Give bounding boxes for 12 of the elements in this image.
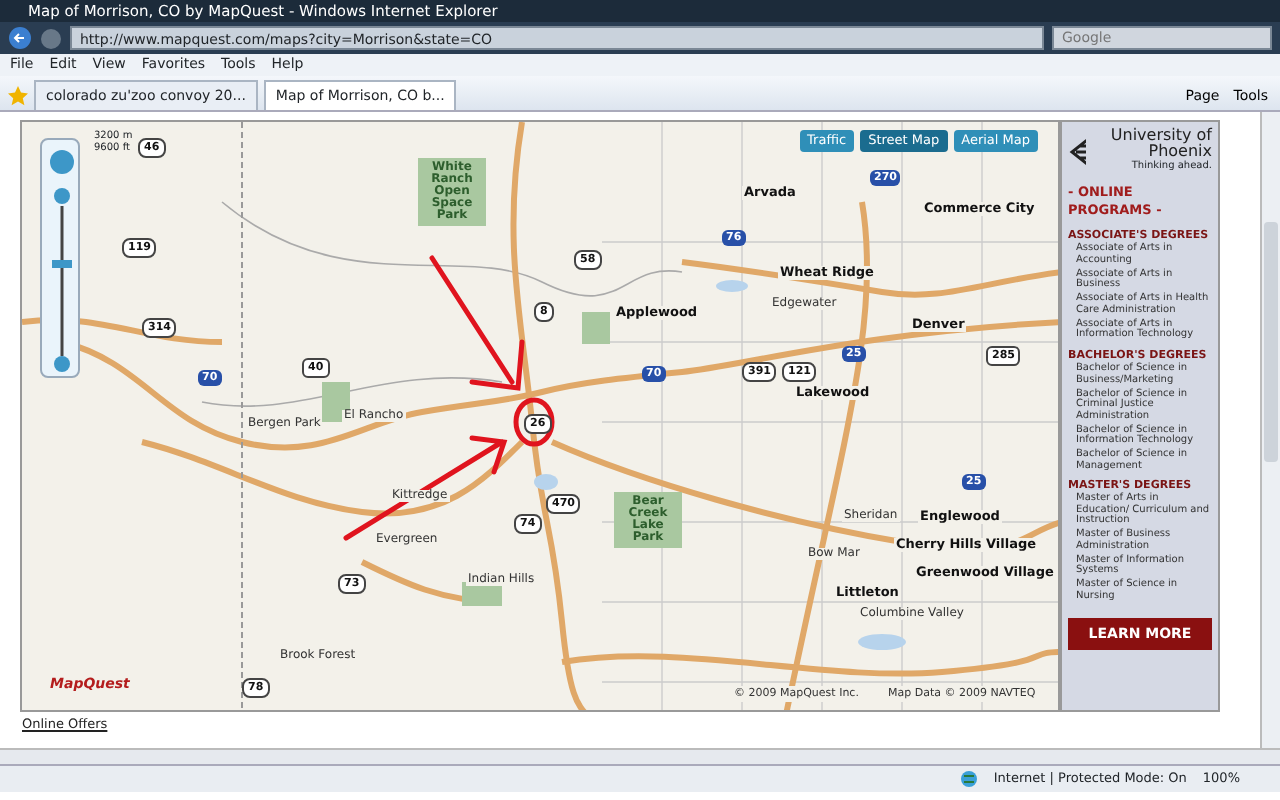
- star-icon[interactable]: [8, 86, 28, 106]
- annotation-circle: [512, 396, 556, 448]
- annotation-arrow: [428, 254, 528, 394]
- forward-icon[interactable]: [40, 27, 62, 49]
- ad-panel[interactable]: [1060, 120, 1220, 712]
- brand-name: University of Phoenix: [1108, 128, 1212, 160]
- zoom-control[interactable]: [40, 138, 80, 378]
- globe-icon: [959, 770, 978, 788]
- phoenix-logo-icon: [1068, 133, 1086, 170]
- vertical-scrollbar[interactable]: [1260, 112, 1280, 748]
- horizontal-scrollbar[interactable]: [0, 748, 1280, 764]
- back-icon[interactable]: [8, 26, 32, 50]
